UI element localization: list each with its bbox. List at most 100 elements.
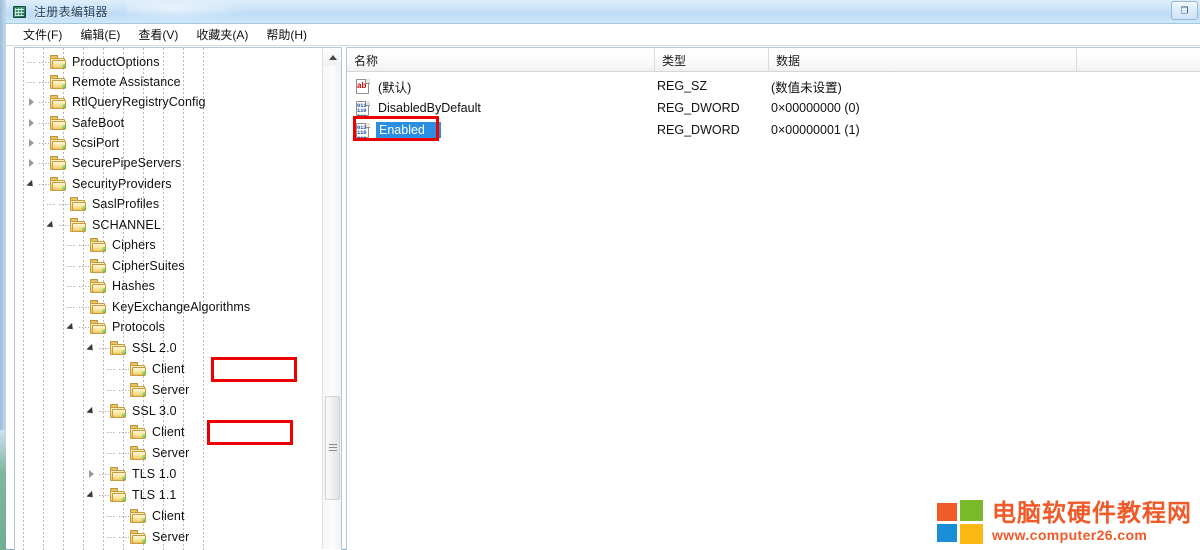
tree-item-label: SecurePipeServers <box>72 156 182 171</box>
value-row[interactable]: 011 110 011 DisabledByDefault REG_DWORD 0×000… <box>347 97 1200 119</box>
tree-item-label: RtlQueryRegistryConfig <box>72 95 206 110</box>
tree-item-label: SSL 3.0 <box>132 404 177 419</box>
expand-arrow-icon[interactable] <box>27 179 38 190</box>
tree-item-ciphersuites[interactable]: CipherSuites <box>67 256 185 276</box>
chevron-right-icon[interactable] <box>27 118 38 129</box>
expand-arrow-icon[interactable] <box>67 322 78 333</box>
scroll-up-arrow-icon[interactable] <box>323 48 341 66</box>
folder-icon <box>110 488 127 502</box>
tree-item-tls-1-0[interactable]: TLS 1.0 <box>87 464 176 484</box>
tree-connector-icon <box>107 532 118 543</box>
tree-item-server[interactable]: Server <box>107 527 189 547</box>
expand-arrow-icon[interactable] <box>87 406 98 417</box>
chevron-right-icon[interactable] <box>87 469 98 480</box>
column-header-label: 类型 <box>662 53 687 68</box>
expand-arrow-icon[interactable] <box>87 343 98 354</box>
tree-item-label: SSL 2.0 <box>132 341 177 356</box>
menu-help[interactable]: 帮助(H) <box>257 24 316 45</box>
window-frame: 注册表编辑器 ❐ 文件(F) 编辑(E) 查看(V) 收藏夹(A) 帮助(H) … <box>6 0 1200 550</box>
tree-item-label: ScsiPort <box>72 136 120 151</box>
tree-connector-dash <box>119 368 129 370</box>
highlight-ssl20-client <box>211 357 297 382</box>
registry-editor-window: 注册表编辑器 ❐ 文件(F) 编辑(E) 查看(V) 收藏夹(A) 帮助(H) … <box>0 0 1200 550</box>
string-value-icon: ab <box>355 78 371 94</box>
tree-item-scsiport[interactable]: ScsiPort <box>27 133 119 153</box>
tree-item-label: TLS 1.0 <box>132 467 177 482</box>
tree-connector-icon <box>107 385 118 396</box>
tree-item-client[interactable]: Client <box>107 422 185 442</box>
site-watermark: 电脑软硬件教程网 www.computer26.com <box>937 500 1192 544</box>
tree-item-label: Server <box>152 530 190 545</box>
chevron-right-icon[interactable] <box>27 158 38 169</box>
folder-icon <box>130 383 147 397</box>
expand-arrow-icon[interactable] <box>87 490 98 501</box>
scrollbar-thumb[interactable] <box>325 396 340 500</box>
column-name[interactable]: 名称 <box>347 48 655 72</box>
tree-connector-icon <box>67 302 78 313</box>
tree-item-client[interactable]: Client <box>107 506 185 526</box>
restore-icon: ❐ <box>1180 5 1189 15</box>
tree-viewport[interactable]: ProductOptions Remote Assistance RtlQueryR… <box>15 48 322 550</box>
windows-logo-icon <box>937 500 983 544</box>
dword-value-icon: 011 110 011 <box>355 100 371 119</box>
folder-icon <box>130 509 147 523</box>
folder-icon <box>90 300 107 314</box>
tree-connector-icon <box>47 199 58 210</box>
tree-item-hashes[interactable]: Hashes <box>67 276 155 296</box>
tree-connector-dash <box>99 494 109 496</box>
column-type[interactable]: 类型 <box>655 48 769 72</box>
menu-favorites[interactable]: 收藏夹(A) <box>187 24 257 45</box>
tree-item-server[interactable]: Server <box>107 380 189 400</box>
tree-item-safeboot[interactable]: SafeBoot <box>27 113 124 133</box>
tree-item-label: SaslProfiles <box>92 197 160 212</box>
value-data: 0×00000000 (0) <box>771 101 860 115</box>
column-data[interactable]: 数据 <box>769 48 1077 72</box>
tree-item-label: TLS 1.1 <box>132 488 177 503</box>
tree-item-label: SafeBoot <box>72 116 125 131</box>
tree-item-label: Server <box>152 446 190 461</box>
tree-item-securepipeservers[interactable]: SecurePipeServers <box>27 153 181 173</box>
tree-connector-dash <box>119 515 129 517</box>
value-type: REG_SZ <box>657 79 708 93</box>
tree-connector-dash <box>119 389 129 391</box>
tree-item-saslprofiles[interactable]: SaslProfiles <box>47 194 159 214</box>
tree-item-label: Remote Assistance <box>72 75 181 90</box>
tree-connector-dash <box>119 536 129 538</box>
menu-edit[interactable]: 编辑(E) <box>71 24 129 45</box>
tree-item-productoptions[interactable]: ProductOptions <box>27 52 160 72</box>
tree-item-ciphers[interactable]: Ciphers <box>67 235 156 255</box>
tree-item-securityproviders[interactable]: SecurityProviders <box>27 174 172 194</box>
chevron-right-icon[interactable] <box>27 97 38 108</box>
menu-view[interactable]: 查看(V) <box>129 24 187 45</box>
tree-item-ssl-2-0[interactable]: SSL 2.0 <box>87 338 177 358</box>
menu-file[interactable]: 文件(F) <box>14 24 71 45</box>
tree-item-client[interactable]: Client <box>107 359 185 379</box>
value-row[interactable]: 011 110 011 Enabled REG_DWORD 0×00000001 (1) <box>347 119 1200 141</box>
expand-arrow-icon[interactable] <box>47 220 58 231</box>
folder-icon <box>50 75 67 89</box>
tree-item-protocols[interactable]: Protocols <box>67 317 165 337</box>
value-row[interactable]: ab (默认) REG_SZ (数值未设置) <box>347 75 1200 97</box>
folder-icon <box>90 238 107 252</box>
tree-item-label: Protocols <box>112 320 166 335</box>
tree-item-remote-assistance[interactable]: Remote Assistance <box>27 72 181 92</box>
tree-connector-dash <box>39 81 49 83</box>
tree-item-keyexchangealgorithms[interactable]: KeyExchangeAlgorithms <box>67 297 250 317</box>
registry-editor-icon <box>12 4 28 20</box>
tree-vertical-scrollbar[interactable] <box>322 48 341 549</box>
tree-connector-dash <box>99 473 109 475</box>
title-bar[interactable]: 注册表编辑器 ❐ <box>6 0 1200 24</box>
tree-item-ssl-3-0[interactable]: SSL 3.0 <box>87 401 177 421</box>
tree-connector-dash <box>79 244 89 246</box>
folder-icon <box>130 530 147 544</box>
tree-item-tls-1-1[interactable]: TLS 1.1 <box>87 485 176 505</box>
tree-connector-dash <box>119 431 129 433</box>
chevron-right-icon[interactable] <box>27 138 38 149</box>
tree-item-label: ProductOptions <box>72 55 160 70</box>
restore-button[interactable]: ❐ <box>1171 1 1198 20</box>
tree-item-schannel[interactable]: SCHANNEL <box>47 215 161 235</box>
tree-item-server[interactable]: Server <box>107 443 189 463</box>
tree-item-rtlqueryregistryconfig[interactable]: RtlQueryRegistryConfig <box>27 92 206 112</box>
tree-item-label: SCHANNEL <box>92 218 161 233</box>
tree-connector-icon <box>67 261 78 272</box>
